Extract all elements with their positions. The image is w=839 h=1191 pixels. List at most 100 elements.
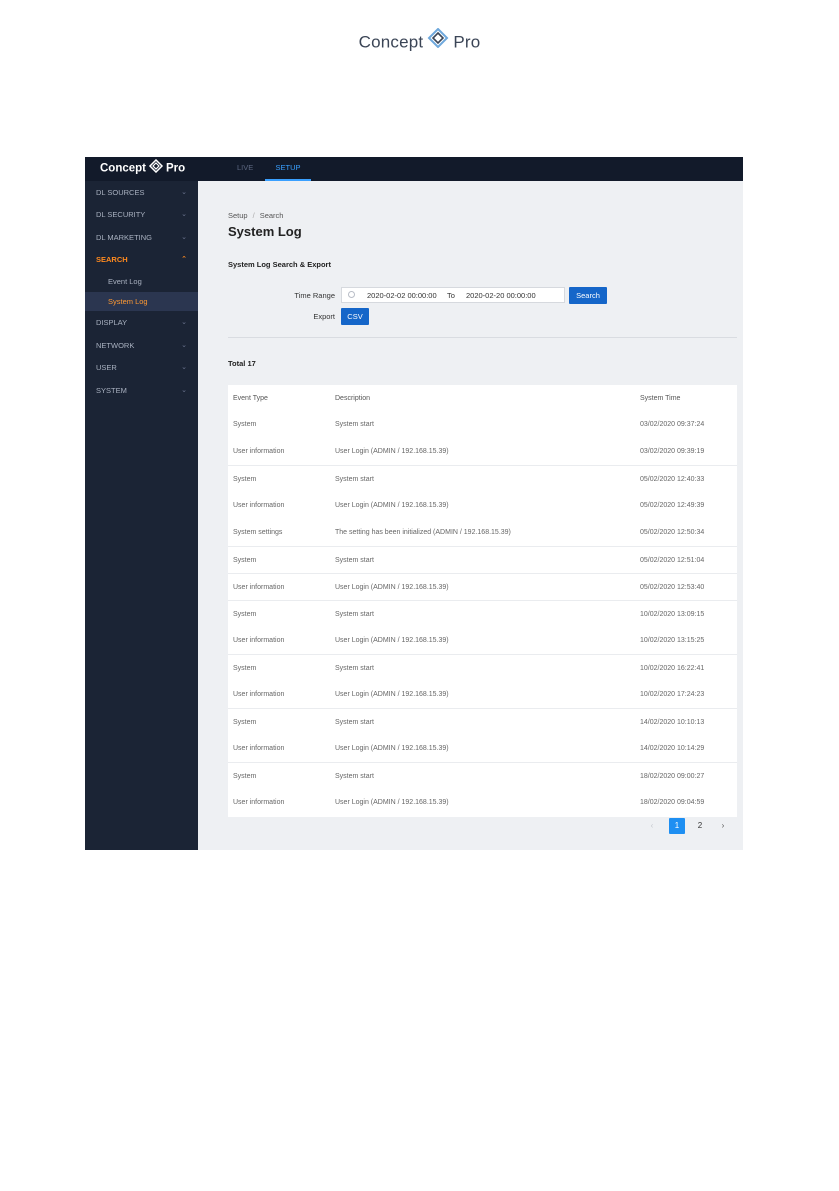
section-title: System Log Search & Export (228, 260, 331, 269)
cell-system-time: 05/02/2020 12:53:40 (640, 584, 705, 591)
table-row[interactable]: System System start 05/02/2020 12:51:04 (228, 546, 737, 574)
tab-setup[interactable]: SETUP (265, 157, 311, 181)
sidebar-item-search[interactable]: SEARCH ⌃ (85, 249, 198, 271)
table-row[interactable]: System System start 05/02/2020 12:40:33 (228, 465, 737, 493)
table-row[interactable]: System System start 10/02/2020 16:22:41 (228, 654, 737, 682)
table-row[interactable]: System System start 18/02/2020 09:00:27 (228, 762, 737, 790)
cell-system-time: 18/02/2020 09:04:59 (640, 799, 705, 806)
sidebar-item-label: DL SOURCES (96, 188, 145, 197)
tab-live[interactable]: LIVE (237, 157, 253, 181)
time-range-label: Time Range (294, 291, 335, 300)
pagination-prev-button[interactable]: ‹ (644, 818, 660, 834)
page-title: System Log (228, 224, 302, 239)
sidebar-subitem-event-log[interactable]: Event Log (85, 272, 198, 291)
total-count: Total 17 (228, 359, 256, 368)
time-range-picker[interactable]: 2020-02-02 00:00:00 To 2020-02-20 00:00:… (341, 287, 565, 303)
breadcrumb-separator: / (252, 211, 255, 220)
sidebar-item-label: DL MARKETING (96, 233, 152, 242)
cell-description: User Login (ADMIN / 192.168.15.39) (335, 502, 449, 509)
cell-system-time: 05/02/2020 12:49:39 (640, 502, 705, 509)
sidebar-item-label: SYSTEM (96, 386, 127, 395)
cell-event-type: User information (233, 584, 285, 591)
top-bar: Concept Pro LIVE SETUP (85, 157, 743, 181)
sidebar-item-network[interactable]: NETWORK ⌄ (85, 335, 198, 357)
sidebar-item-dl-marketing[interactable]: DL MARKETING ⌄ (85, 227, 198, 249)
cell-event-type: System (233, 611, 257, 618)
table-row[interactable]: User information User Login (ADMIN / 192.… (228, 492, 737, 519)
cell-description: System start (335, 773, 374, 780)
csv-export-button[interactable]: CSV (341, 308, 369, 325)
sidebar-item-label: USER (96, 363, 117, 372)
cell-system-time: 03/02/2020 09:37:24 (640, 421, 705, 428)
app-window: Concept Pro LIVE SETUP DL SOURCES ⌄ DL SE… (85, 157, 743, 850)
diamond-brand-icon (148, 158, 164, 176)
table-row[interactable]: User information User Login (ADMIN / 192.… (228, 573, 737, 601)
search-button[interactable]: Search (569, 287, 607, 304)
diamond-logo-icon (426, 27, 450, 53)
pagination-page-1[interactable]: 1 (669, 818, 685, 834)
time-range-end[interactable]: 2020-02-20 00:00:00 (466, 291, 536, 300)
chevron-down-icon: ⌄ (181, 319, 187, 326)
cell-system-time: 18/02/2020 09:00:27 (640, 773, 705, 780)
cell-description: System start (335, 557, 374, 564)
sidebar-item-system[interactable]: SYSTEM ⌄ (85, 380, 198, 402)
divider (228, 337, 737, 338)
time-range-start[interactable]: 2020-02-02 00:00:00 (367, 291, 437, 300)
sidebar-item-display[interactable]: DISPLAY ⌄ (85, 312, 198, 334)
logo-word-pro: Pro (453, 32, 481, 52)
column-header-system-time: System Time (640, 395, 681, 402)
cell-description: System start (335, 476, 374, 483)
cell-description: User Login (ADMIN / 192.168.15.39) (335, 691, 449, 698)
cell-system-time: 10/02/2020 17:24:23 (640, 691, 705, 698)
column-header-description: Description (335, 395, 371, 402)
cell-description: System start (335, 719, 374, 726)
cell-description: User Login (ADMIN / 192.168.15.39) (335, 745, 449, 752)
cell-system-time: 10/02/2020 13:09:15 (640, 611, 705, 618)
cell-description: The setting has been initialized (ADMIN … (335, 529, 511, 536)
cell-system-time: 03/02/2020 09:39:19 (640, 448, 705, 455)
table-row[interactable]: System settings The setting has been init… (228, 519, 737, 546)
chevron-down-icon: ⌄ (181, 387, 187, 394)
sidebar-item-label: SEARCH (96, 255, 128, 264)
time-range-to-label: To (447, 291, 455, 300)
app-brand[interactable]: Concept Pro (100, 158, 186, 176)
pagination-page-2[interactable]: 2 (692, 818, 708, 834)
breadcrumb-setup[interactable]: Setup (228, 211, 248, 220)
cell-event-type: User information (233, 637, 285, 644)
table-row[interactable]: User information User Login (ADMIN / 192.… (228, 627, 737, 654)
table-row[interactable]: System System start 03/02/2020 09:37:24 (228, 411, 737, 438)
cell-description: User Login (ADMIN / 192.168.15.39) (335, 584, 449, 591)
cell-event-type: User information (233, 745, 285, 752)
page-logo: Concept Pro (0, 27, 839, 53)
sidebar-subitem-system-log[interactable]: System Log (85, 292, 198, 311)
table-row[interactable]: System System start 14/02/2020 10:10:13 (228, 708, 737, 736)
main-content: Setup / Search System Log System Log Searc… (198, 181, 743, 850)
column-header-event-type: Event Type (233, 395, 268, 402)
brand-word-pro: Pro (166, 162, 186, 175)
chevron-down-icon: ⌄ (181, 364, 187, 371)
table-row[interactable]: User information User Login (ADMIN / 192.… (228, 438, 737, 465)
chevron-down-icon: ⌄ (181, 342, 187, 349)
cell-description: User Login (ADMIN / 192.168.15.39) (335, 637, 449, 644)
table-row[interactable]: System System start 10/02/2020 13:09:15 (228, 600, 737, 628)
chevron-down-icon: ⌄ (181, 234, 187, 241)
sidebar: DL SOURCES ⌄ DL SECURITY ⌄ DL MARKETING … (85, 181, 198, 850)
table-row[interactable]: User information User Login (ADMIN / 192.… (228, 681, 737, 708)
logo-word-concept: Concept (358, 32, 424, 52)
cell-description: System start (335, 611, 374, 618)
table-row[interactable]: User information User Login (ADMIN / 192.… (228, 735, 737, 762)
chevron-down-icon: ⌄ (181, 211, 187, 218)
cell-system-time: 05/02/2020 12:50:34 (640, 529, 705, 536)
export-label: Export (313, 312, 335, 321)
sidebar-item-dl-security[interactable]: DL SECURITY ⌄ (85, 204, 198, 226)
table-row[interactable]: User information User Login (ADMIN / 192.… (228, 789, 737, 816)
sidebar-item-user[interactable]: USER ⌄ (85, 357, 198, 379)
cell-description: User Login (ADMIN / 192.168.15.39) (335, 448, 449, 455)
cell-system-time: 05/02/2020 12:40:33 (640, 476, 705, 483)
sidebar-item-dl-sources[interactable]: DL SOURCES ⌄ (85, 182, 198, 204)
cell-event-type: System (233, 421, 257, 428)
clock-icon (348, 291, 355, 298)
system-log-table: Event Type Description System Time Syste… (228, 385, 737, 817)
chevron-down-icon: ⌄ (181, 189, 187, 196)
pagination-next-button[interactable]: › (715, 818, 731, 834)
